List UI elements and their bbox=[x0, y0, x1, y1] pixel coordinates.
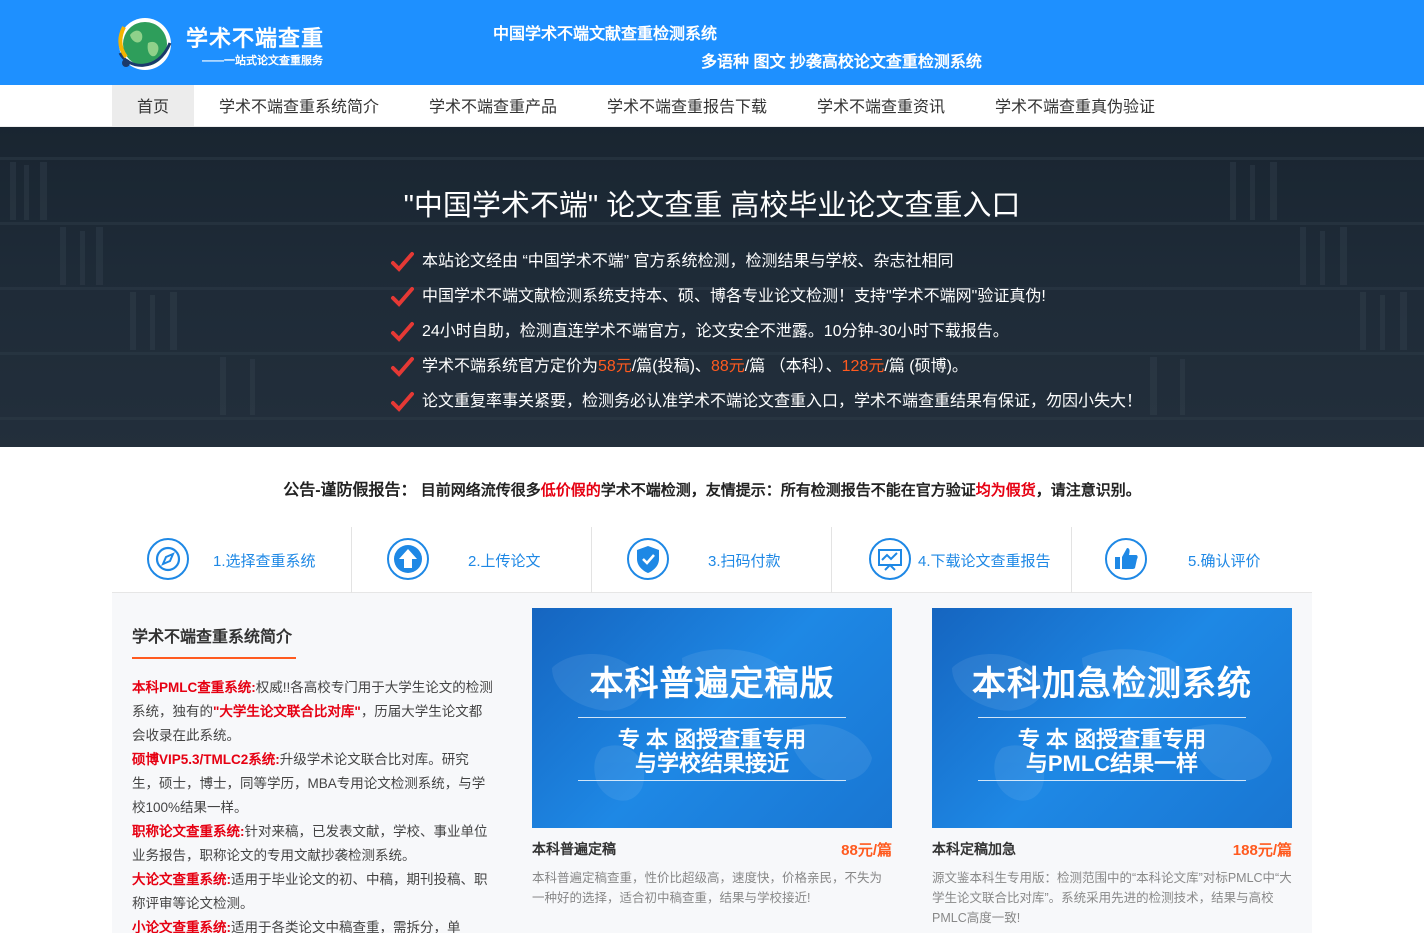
compass-icon bbox=[147, 538, 189, 580]
hero-feature-text: 中国学术不端文献检测系统支持本、硕、博各专业论文检测！支持"学术不端网"验证真伪… bbox=[422, 288, 1046, 305]
nav-report-download[interactable]: 学术不端查重报告下载 bbox=[582, 85, 792, 127]
banner-rule bbox=[978, 717, 1246, 718]
banner-rule bbox=[978, 780, 1246, 781]
intro-title-underline bbox=[132, 657, 296, 659]
header-slogan-1: 中国学术不端文献查重检测系统 bbox=[493, 26, 718, 43]
intro-entry-text: 适用于各类论文中稿查重，需拆分，单 bbox=[231, 920, 461, 933]
price-unit-submission: /篇(投稿)、 bbox=[631, 358, 711, 375]
product-banner[interactable]: 本科加急检测系统 专 本 函授查重专用 与PMLC结果一样 bbox=[932, 608, 1292, 828]
product-description: 本科普遍定稿查重，性价比超级高，速度快，价格亲民，不失为一种好的选择，适合初中稿… bbox=[532, 871, 883, 905]
notice-text-2: 学术不端检测，友情提示：所有检测报告不能在官方验证 bbox=[600, 482, 976, 499]
notice-text-3: ，请注意识别。 bbox=[1035, 482, 1141, 499]
hero-banner: "中国学术不端" 论文查重 高校毕业论文查重入口 本站论文经由 “中国学术不端”… bbox=[0, 127, 1424, 447]
step-confirm-review[interactable]: 5.确认评价 bbox=[1072, 527, 1312, 593]
product-description: 源文鉴本科生专用版：检测范围中的“本科论文库”对标PMLC中“大学生论文联合比对… bbox=[932, 871, 1292, 925]
nav-system-intro[interactable]: 学术不端查重系统简介 bbox=[194, 85, 404, 127]
world-map-pattern bbox=[952, 649, 1272, 801]
notice-highlight-2: 均为假货 bbox=[975, 482, 1036, 499]
product-name[interactable]: 本科定稿加急 bbox=[932, 839, 1016, 859]
hero-feature-text: 24小时自助，检测直连学术不端官方，论文安全不泄露。10分钟-30小时下载报告。 bbox=[422, 323, 1009, 340]
hero-pricing-text: 学术不端系统官方定价为58元/篇(投稿)、88元/篇 （本科）、128元/篇 (… bbox=[422, 355, 968, 379]
check-icon bbox=[391, 357, 414, 377]
price-submission: 58元 bbox=[598, 358, 632, 375]
intro-entry-name: 职称论文查重系统: bbox=[132, 824, 245, 839]
globe-logo-icon bbox=[118, 18, 172, 70]
process-steps: 1.选择查重系统 2.上传论文 3.扫码付款 4.下载论文查重报告 5.确认评价 bbox=[112, 527, 1312, 593]
step-upload-paper[interactable]: 2.上传论文 bbox=[352, 527, 592, 593]
intro-entry-highlight: "大学生论文联合比对库" bbox=[213, 704, 361, 719]
product-name[interactable]: 本科普遍定稿 bbox=[532, 839, 616, 859]
intro-body: 本科PMLC查重系统:权威!!各高校专门用于大学生论文的检测系统，独有的"大学生… bbox=[132, 676, 494, 933]
logo-title: 学术不端查重 bbox=[186, 26, 325, 51]
intro-entry-name: 小论文查重系统: bbox=[132, 920, 231, 933]
notice-lead: 公告-谨防假报告： bbox=[283, 482, 417, 499]
price-unit-undergrad: /篇 （本科）、 bbox=[744, 358, 842, 375]
step-label: 1.选择查重系统 bbox=[213, 553, 316, 570]
hero-feature-text: 本站论文经由 “中国学术不端” 官方系统检测，检测结果与学校、杂志社相同 bbox=[422, 253, 954, 270]
fraud-notice: 公告-谨防假报告： 目前网络流传很多低价假的学术不端检测，友情提示：所有检测报告… bbox=[0, 476, 1424, 500]
step-select-system[interactable]: 1.选择查重系统 bbox=[112, 527, 352, 593]
nav-products[interactable]: 学术不端查重产品 bbox=[404, 85, 582, 127]
content-section: 学术不端查重系统简介 本科PMLC查重系统:权威!!各高校专门用于大学生论文的检… bbox=[112, 593, 1312, 933]
check-icon bbox=[391, 252, 414, 272]
product-price: 88元/篇 bbox=[841, 842, 892, 859]
price-unit-graduate: /篇 (硕博)。 bbox=[884, 358, 968, 375]
price-graduate: 128元 bbox=[841, 358, 885, 375]
banner-subtitle-2: 与学校结果接近 bbox=[634, 751, 789, 776]
banner-rule bbox=[578, 780, 846, 781]
check-icon bbox=[391, 392, 414, 412]
step-download-report[interactable]: 4.下载论文查重报告 bbox=[832, 527, 1072, 593]
upload-arrow-icon bbox=[387, 538, 429, 580]
notice-highlight-1: 低价假的 bbox=[540, 482, 601, 499]
nav-home[interactable]: 首页 bbox=[112, 85, 194, 127]
banner-subtitle-1: 专 本 函授查重专用 bbox=[617, 727, 807, 752]
notice-text-1: 目前网络流传很多 bbox=[420, 482, 541, 499]
intro-entry-name: 本科PMLC查重系统: bbox=[132, 680, 256, 695]
banner-title: 本科普遍定稿版 bbox=[589, 665, 835, 703]
intro-entry-name: 硕博VIP5.3/TMLC2系统: bbox=[132, 752, 280, 767]
site-logo[interactable]: 学术不端查重 ——一站式论文查重服务 bbox=[114, 13, 354, 75]
hero-title: "中国学术不端" 论文查重 高校毕业论文查重入口 bbox=[403, 190, 1021, 222]
nav-news[interactable]: 学术不端查重资讯 bbox=[792, 85, 970, 127]
shield-icon bbox=[627, 538, 669, 580]
check-icon bbox=[391, 287, 414, 307]
step-scan-pay[interactable]: 3.扫码付款 bbox=[592, 527, 832, 593]
check-icon bbox=[391, 322, 414, 342]
banner-subtitle-1: 专 本 函授查重专用 bbox=[1017, 727, 1207, 752]
site-header: 学术不端查重 ——一站式论文查重服务 中国学术不端文献查重检测系统 多语种 图文… bbox=[0, 0, 1424, 85]
step-label: 2.上传论文 bbox=[468, 553, 541, 570]
banner-title: 本科加急检测系统 bbox=[972, 665, 1252, 703]
world-map-pattern bbox=[552, 649, 872, 801]
price-undergrad: 88元 bbox=[710, 358, 745, 375]
hero-feature-text: 论文重复率事关紧要，检测务必认准学术不端论文查重入口，学术不端查重结果有保证，勿… bbox=[422, 393, 1143, 410]
main-nav: 首页 学术不端查重系统简介 学术不端查重产品 学术不端查重报告下载 学术不端查重… bbox=[0, 85, 1424, 127]
header-slogan-2: 多语种 图文 抄袭高校论文查重检测系统 bbox=[701, 54, 982, 71]
pricing-intro: 学术不端系统官方定价为 bbox=[422, 358, 599, 375]
nav-verify[interactable]: 学术不端查重真伪验证 bbox=[970, 85, 1180, 127]
step-label: 5.确认评价 bbox=[1188, 553, 1261, 570]
intro-entry-name: 大论文查重系统: bbox=[132, 872, 231, 887]
thumbs-up-icon bbox=[1105, 538, 1147, 580]
logo-subtitle: ——一站式论文查重服务 bbox=[202, 55, 323, 67]
banner-rule bbox=[578, 717, 846, 718]
intro-title: 学术不端查重系统简介 bbox=[132, 629, 293, 646]
product-price: 188元/篇 bbox=[1232, 842, 1292, 859]
product-banner[interactable]: 本科普遍定稿版 专 本 函授查重专用 与学校结果接近 bbox=[532, 608, 892, 828]
report-chart-icon bbox=[869, 538, 911, 580]
banner-subtitle-2: 与PMLC结果一样 bbox=[1025, 751, 1199, 776]
step-label: 3.扫码付款 bbox=[708, 553, 781, 570]
step-label: 4.下载论文查重报告 bbox=[918, 553, 1051, 570]
